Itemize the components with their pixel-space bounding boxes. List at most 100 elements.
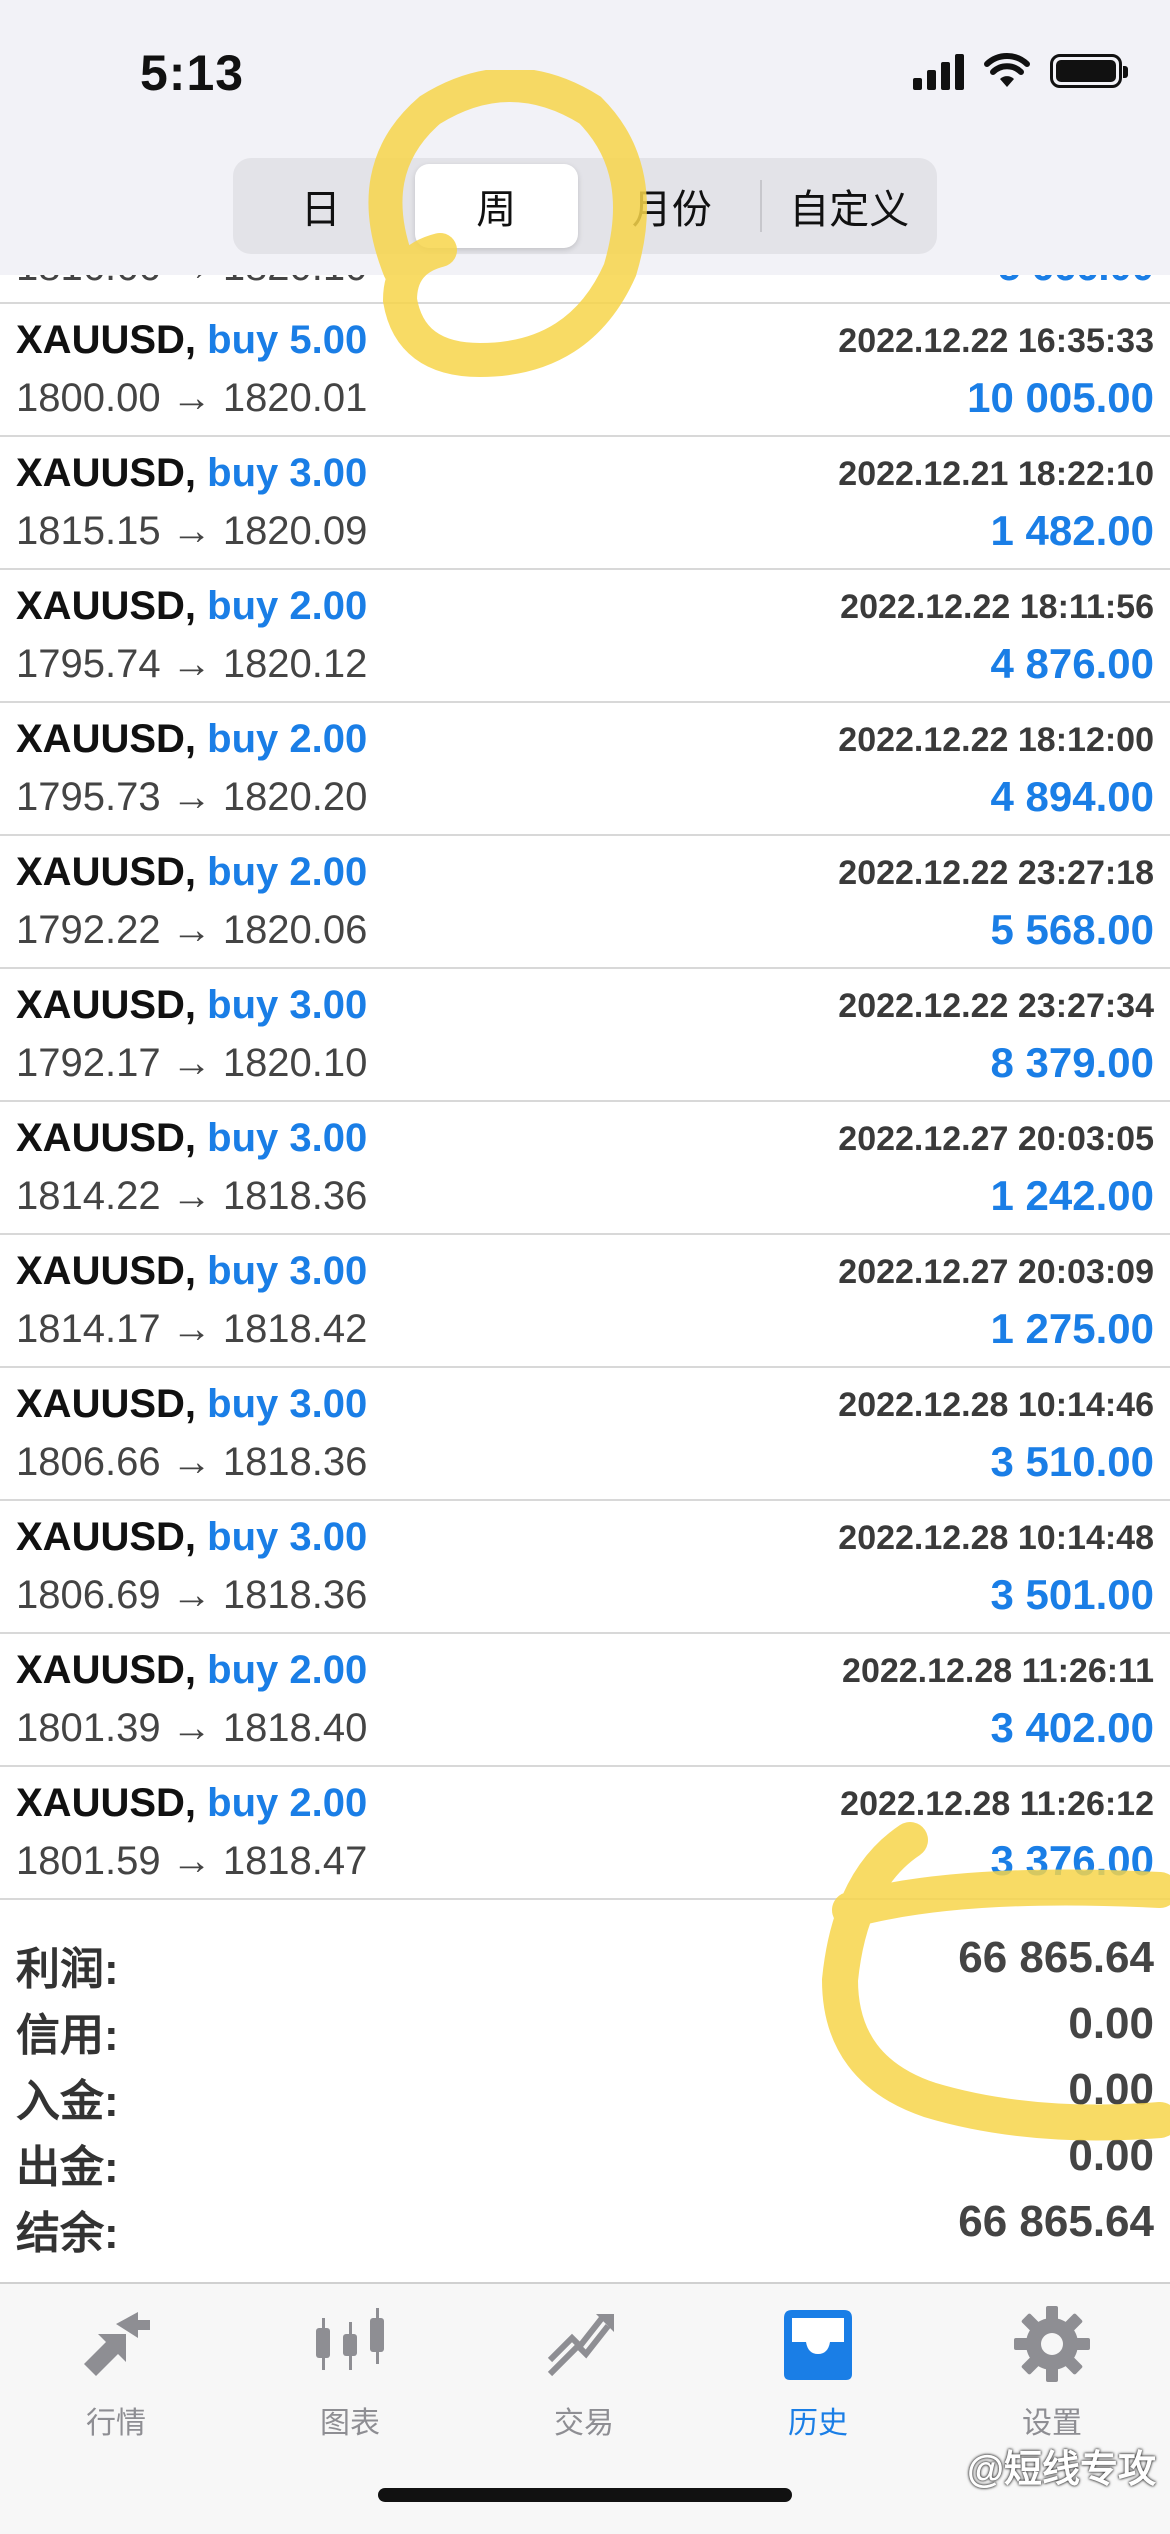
segment-day[interactable]: 日 <box>239 164 403 248</box>
trade-row[interactable]: XAUUSD, buy 2.00 2022.12.22 18:12:00 1795.… <box>0 703 1170 836</box>
trade-symbol: XAUUSD, buy 3.00 <box>16 1116 368 1160</box>
trade-symbol: XAUUSD, buy 3.00 <box>16 983 368 1027</box>
tab-quotes[interactable]: 行情 <box>36 2304 196 2454</box>
quotes-icon <box>84 2312 150 2376</box>
summary-row: 出金: 0.00 <box>0 2123 1170 2192</box>
history-inbox-icon <box>784 2310 852 2380</box>
trade-row[interactable]: XAUUSD, buy 5.00 2022.12.22 16:35:33 1800.… <box>0 304 1170 437</box>
trade-side: buy 5.00 <box>207 318 368 362</box>
tab-charts[interactable]: 图表 <box>270 2304 430 2454</box>
trade-row[interactable]: XAUUSD, buy 2.00 2022.12.28 11:26:11 1801.… <box>0 1634 1170 1767</box>
trade-row[interactable]: XAUUSD, buy 3.00 2022.12.22 23:27:34 1792.… <box>0 969 1170 1102</box>
summary-label: 出金: <box>16 2143 119 2192</box>
summary-label: 信用: <box>16 2011 119 2060</box>
trade-row[interactable]: XAUUSD, buy 3.00 2022.12.28 10:14:46 1806.… <box>0 1368 1170 1501</box>
trade-side: buy 2.00 <box>207 584 368 628</box>
trade-side: buy 2.00 <box>207 1781 368 1825</box>
trade-symbol: XAUUSD, buy 2.00 <box>16 1648 368 1692</box>
trade-side: buy 2.00 <box>207 717 368 761</box>
summary-label: 利润: <box>16 1945 119 1994</box>
trade-row[interactable]: XAUUSD, buy 3.00 2022.12.21 18:22:10 1815.… <box>0 437 1170 570</box>
trade-symbol: XAUUSD, buy 3.00 <box>16 1382 368 1426</box>
trade-profit: 3 510.00 <box>990 1438 1155 1485</box>
segment-week[interactable]: 周 <box>414 164 578 248</box>
summary-label: 入金: <box>16 2077 119 2126</box>
trade-profit: 1 482.00 <box>990 507 1155 554</box>
trade-symbol: XAUUSD, buy 2.00 <box>16 850 368 894</box>
trade-row[interactable]: XAUUSD, buy 2.00 2022.12.28 11:26:12 1801.… <box>0 1767 1170 1900</box>
trade-side: buy 2.00 <box>207 1648 368 1692</box>
summary-value: 66 865.64 <box>958 1933 1154 1982</box>
segment-divider <box>759 180 762 232</box>
trade-symbol: XAUUSD, buy 5.00 <box>16 318 368 362</box>
trade-profit: 3 501.00 <box>990 1571 1155 1618</box>
trade-time: 2022.12.22 16:35:33 <box>838 322 1154 360</box>
trade-prices: 1815.15 → 1820.09 <box>16 509 368 553</box>
trade-profit: 4 894.00 <box>990 773 1155 820</box>
trade-prices: 1801.39 → 1818.40 <box>16 1706 368 1750</box>
trade-profit: 3 402.00 <box>990 1704 1155 1751</box>
trade-side: buy 3.00 <box>207 1116 368 1160</box>
trade-prices: 1800.00 → 1820.01 <box>16 376 368 420</box>
trade-profit: 1 275.00 <box>990 1305 1155 1352</box>
summary-row: 利润: 66 865.64 <box>0 1925 1170 1994</box>
trade-profit: 5 568.00 <box>990 906 1155 953</box>
trade-time: 2022.12.22 18:11:56 <box>840 588 1154 626</box>
wifi-icon <box>984 53 1030 89</box>
segment-custom[interactable]: 自定义 <box>768 164 932 248</box>
home-indicator[interactable] <box>378 2488 792 2502</box>
trade-time: 2022.12.28 10:14:46 <box>838 1386 1154 1424</box>
trade-time: 2022.12.21 18:22:10 <box>838 455 1154 493</box>
trade-row[interactable]: XAUUSD, buy 2.00 2022.12.22 18:11:56 1795.… <box>0 570 1170 703</box>
trade-time: 2022.12.22 18:12:00 <box>838 721 1154 759</box>
trade-time: 2022.12.22 23:27:34 <box>838 987 1154 1025</box>
trade-time: 2022.12.27 20:03:05 <box>838 1120 1154 1158</box>
summary-label: 结余: <box>16 2209 119 2258</box>
trade-prices: 1814.22 → 1818.36 <box>16 1174 368 1218</box>
trade-profit: 4 876.00 <box>990 640 1155 687</box>
watermark: @短线专攻 <box>966 2449 1156 2491</box>
trade-icon <box>547 2314 614 2377</box>
trade-profit: 8 379.00 <box>990 1039 1155 1086</box>
period-segmented-control: 日 周 月份 自定义 <box>233 158 937 254</box>
trade-row[interactable]: XAUUSD, buy 3.00 2022.12.27 20:03:09 1814.… <box>0 1235 1170 1368</box>
trade-time: 2022.12.28 11:26:11 <box>842 1652 1154 1690</box>
summary-row: 信用: 0.00 <box>0 1991 1170 2060</box>
trade-profit: 5 666.00 <box>998 275 1154 290</box>
summary-row: 结余: 66 865.64 <box>0 2189 1170 2258</box>
trade-prices: 1816.66 → 1820.10 <box>16 275 367 290</box>
trade-prices: 1806.66 → 1818.36 <box>16 1440 368 1484</box>
trade-symbol: XAUUSD, buy 2.00 <box>16 1781 368 1825</box>
tab-settings[interactable]: 设置 <box>972 2304 1132 2454</box>
account-summary: 利润: 66 865.64 信用: 0.00 入金: 0.00 出金: 0.00 结余: 66 8… <box>0 1925 1170 2258</box>
summary-value: 66 865.64 <box>958 2197 1154 2246</box>
trade-profit: 1 242.00 <box>990 1172 1155 1219</box>
header: 5:13 日 周 月份 自定义 <box>0 0 1170 275</box>
trade-row[interactable]: XAUUSD, buy 3.00 2022.12.28 10:14:48 1806.… <box>0 1501 1170 1634</box>
trade-profit: 10 005.00 <box>967 374 1154 421</box>
trade-side: buy 3.00 <box>207 983 368 1027</box>
trade-prices: 1795.74 → 1820.12 <box>16 642 368 686</box>
trade-side: buy 2.00 <box>207 850 368 894</box>
candlestick-chart-icon <box>316 2308 384 2370</box>
trade-side: buy 3.00 <box>207 1382 368 1426</box>
list-item-partial[interactable]: 1816.66 → 1820.10 5 666.00 <box>0 275 1170 304</box>
cellular-signal-icon <box>913 52 964 90</box>
summary-value: 0.00 <box>1068 1999 1154 2048</box>
tab-trade[interactable]: 交易 <box>504 2304 664 2454</box>
trade-row[interactable]: XAUUSD, buy 3.00 2022.12.27 20:03:05 1814.… <box>0 1102 1170 1235</box>
trade-symbol: XAUUSD, buy 2.00 <box>16 584 368 628</box>
trade-prices: 1801.59 → 1818.47 <box>16 1839 368 1883</box>
trade-prices: 1795.73 → 1820.20 <box>16 775 368 819</box>
summary-value: 0.00 <box>1068 2131 1154 2180</box>
trade-row[interactable]: XAUUSD, buy 2.00 2022.12.22 23:27:18 1792.… <box>0 836 1170 969</box>
trade-prices: 1792.17 → 1820.10 <box>16 1041 368 1085</box>
battery-icon <box>1050 54 1128 88</box>
trade-side: buy 3.00 <box>207 1515 368 1559</box>
trade-side: buy 3.00 <box>207 1249 368 1293</box>
status-time: 5:13 <box>140 45 245 101</box>
tab-history[interactable]: 历史 <box>738 2304 898 2454</box>
trade-time: 2022.12.22 23:27:18 <box>838 854 1154 892</box>
trade-history-list: 1816.66 → 1820.10 5 666.00 XAUUSD, buy 5… <box>0 275 1170 1900</box>
segment-month[interactable]: 月份 <box>590 164 754 248</box>
